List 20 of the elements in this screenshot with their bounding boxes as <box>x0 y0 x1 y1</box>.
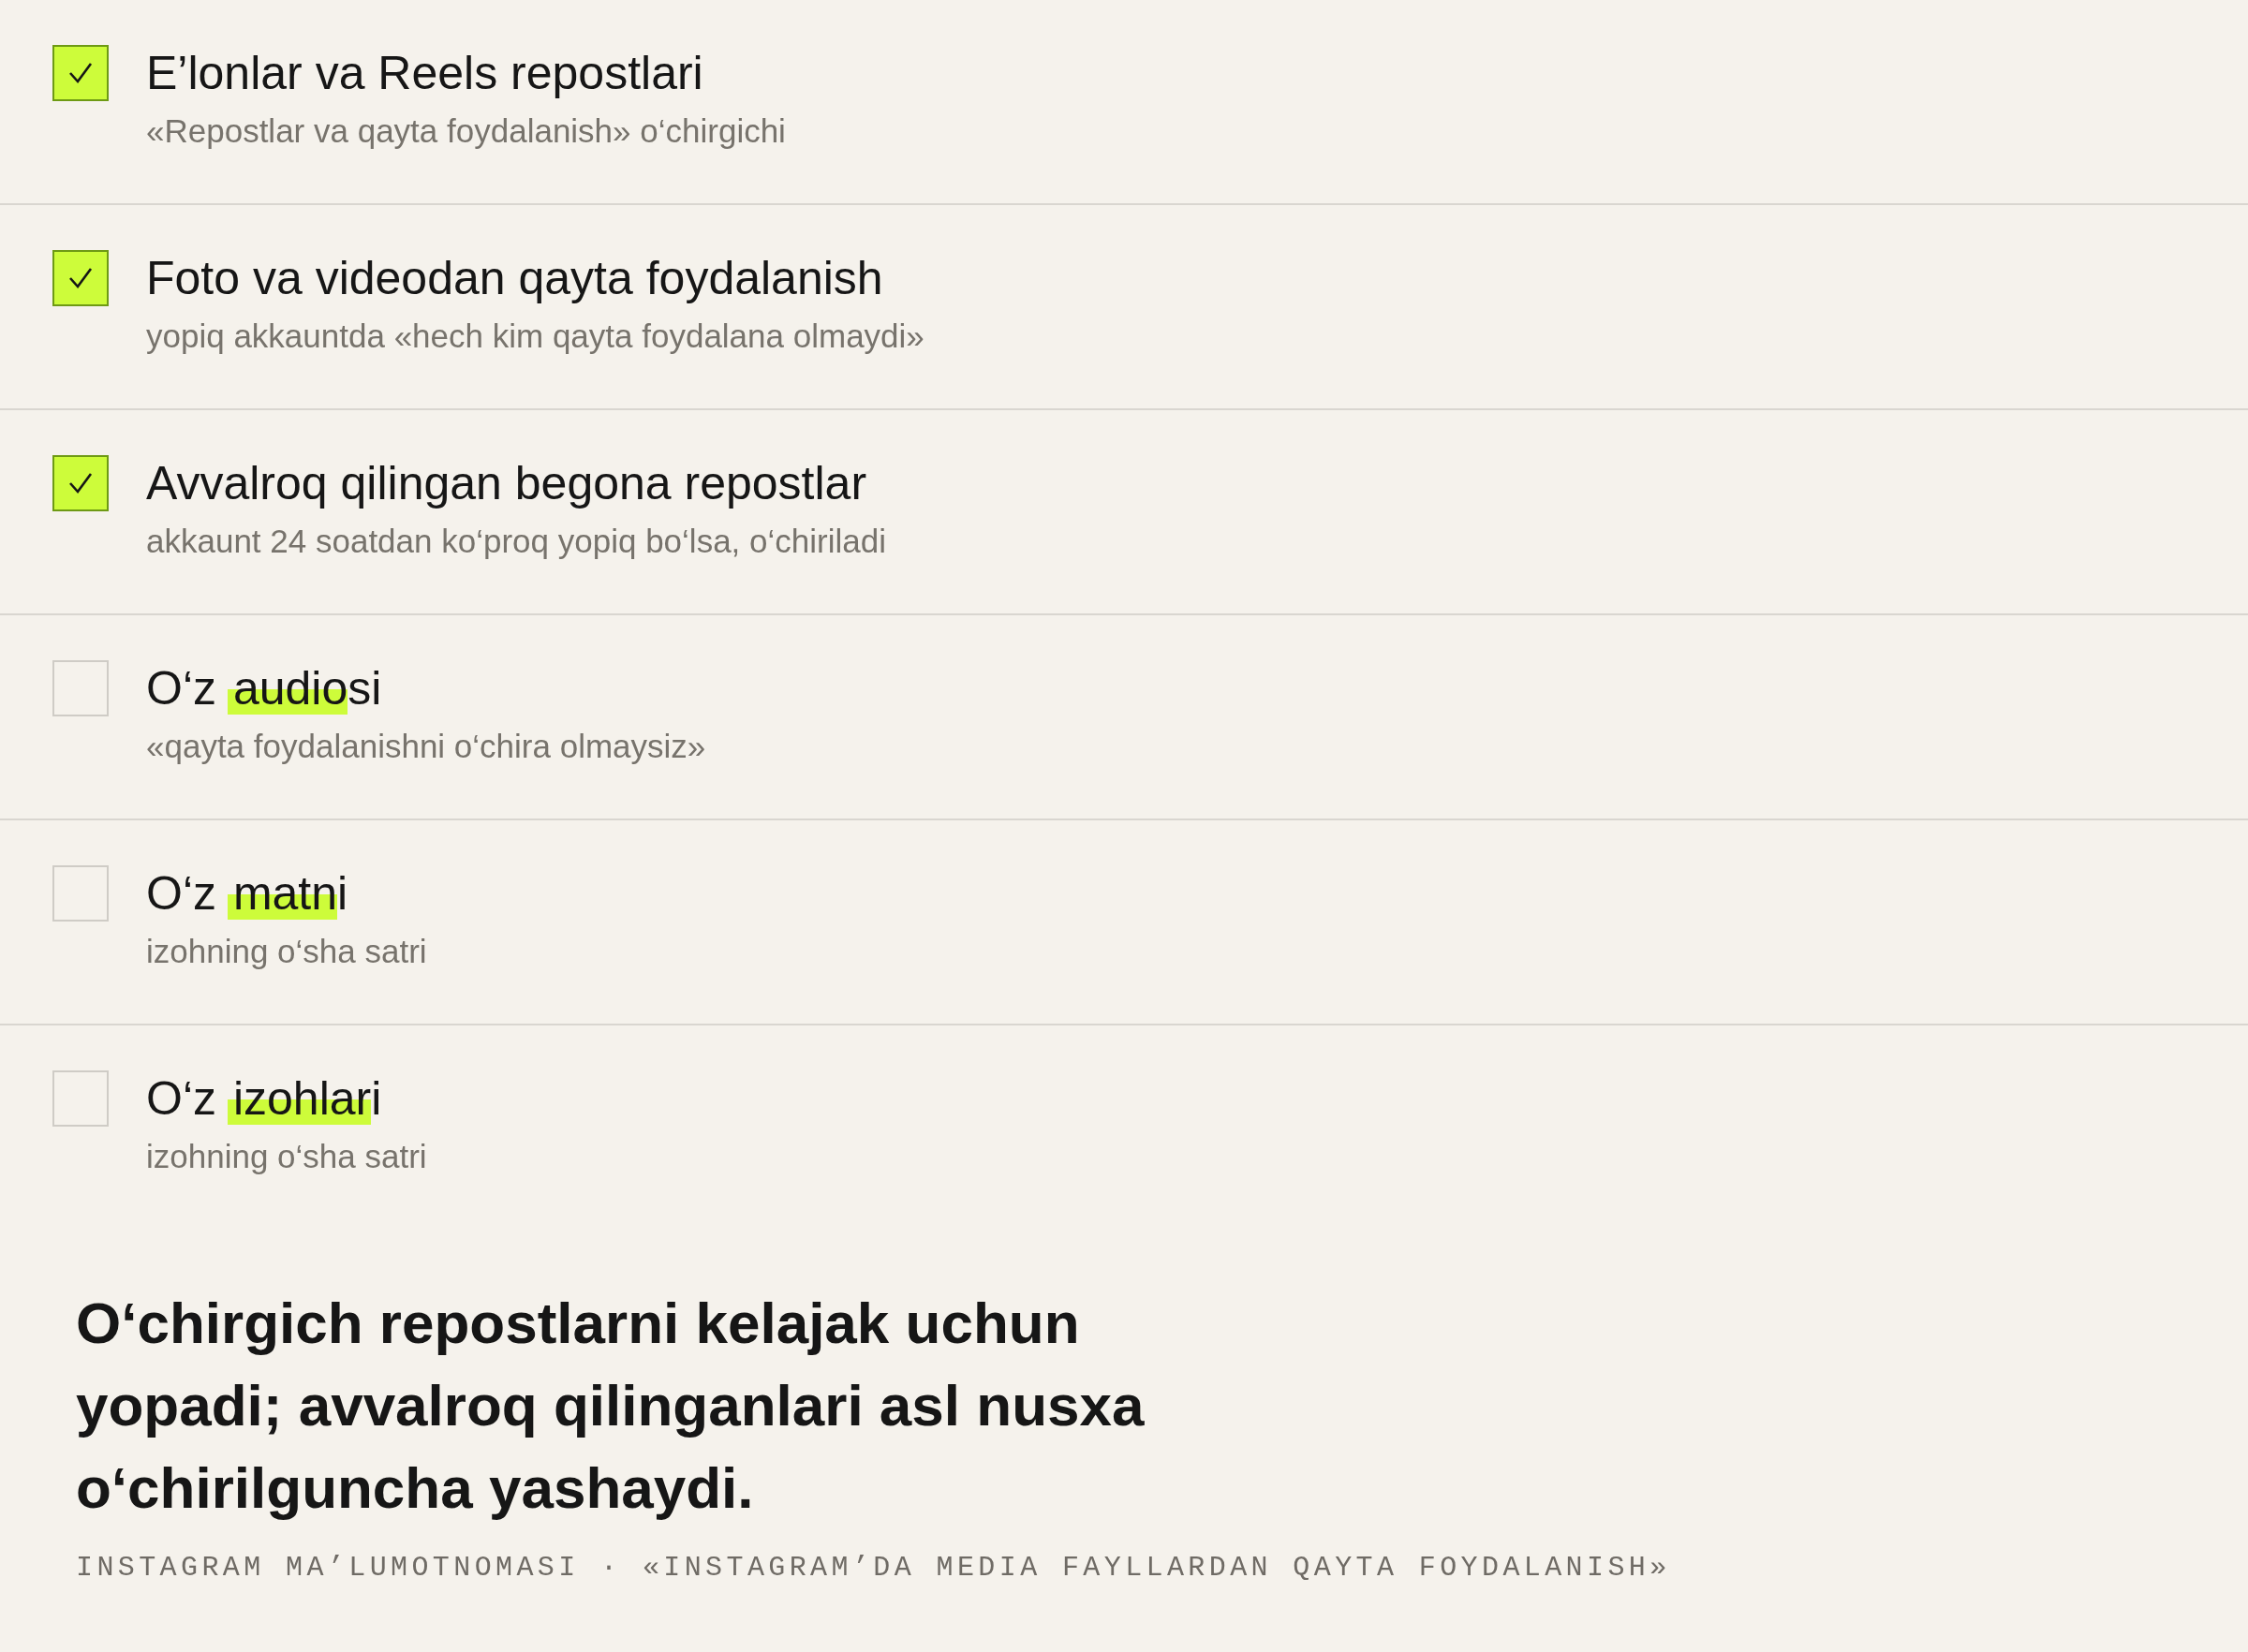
item-title: Avvalroq qilingan begona repostlar <box>146 456 868 511</box>
item-subtitle: «qayta foydalanishni o‘chira olmaysiz» <box>146 728 706 765</box>
item-subtitle: izohning o‘sha satri <box>146 1138 427 1175</box>
checkbox[interactable] <box>52 660 109 716</box>
item-subtitle: yopiq akkauntda «hech kim qayta foydalana olmaydi» <box>146 317 924 355</box>
checkmark-icon <box>68 62 93 84</box>
checkbox[interactable] <box>52 250 109 306</box>
item-subtitle: izohning o‘sha satri <box>146 933 427 970</box>
checkbox[interactable] <box>52 865 109 922</box>
source-caption: INSTAGRAM MA’LUMOTNOMASI · «INSTAGRAM’DA MEDIA FAYLLARDAN QAYTA FOYDALANISH» <box>76 1552 1672 1584</box>
summary-heading: O‘chirgich repostlarni kelajak uchun yopadi; avvalroq qilinganlari asl nusxa o‘chirilguncha yashaydi. <box>76 1290 1146 1522</box>
item-subtitle: akkaunt 24 soatdan ko‘proq yopiq bo‘lsa, o‘chiriladi <box>146 523 886 560</box>
item-subtitle: «Repostlar va qayta foydalanish» o‘chirgichi <box>146 112 786 150</box>
checkmark-icon <box>68 267 93 289</box>
item-title: E’lonlar va Reels repostlari <box>146 46 704 101</box>
checkmark-icon <box>68 472 93 494</box>
checkbox[interactable] <box>52 1070 109 1127</box>
item-title: Foto va videodan qayta foydalanish <box>146 251 884 306</box>
checkbox[interactable] <box>52 45 109 101</box>
checkbox[interactable] <box>52 455 109 511</box>
